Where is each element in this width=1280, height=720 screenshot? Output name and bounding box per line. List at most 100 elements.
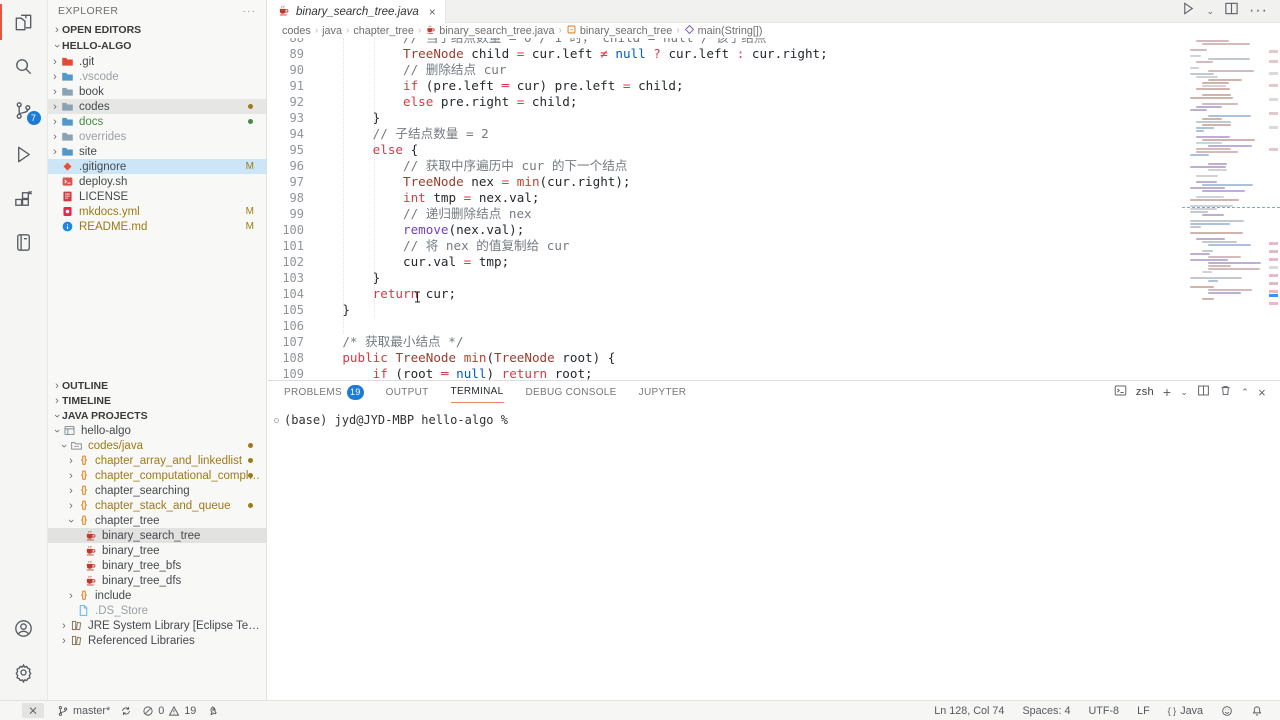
feedback-smiley-icon[interactable] [1216, 701, 1238, 720]
code-line-103[interactable]: 103 } [268, 270, 1280, 286]
explorer-item--git[interactable]: ›.git [48, 54, 266, 69]
code-line-94[interactable]: 94 // 子结点数量 = 2 [268, 126, 1280, 142]
activity-search-icon[interactable] [0, 44, 48, 88]
problems-status[interactable]: 0 19 [137, 701, 201, 720]
breadcrumb-item[interactable]: java [322, 25, 342, 37]
code-line-93[interactable]: 93 } [268, 110, 1280, 126]
activity-settings-icon[interactable] [0, 650, 48, 694]
explorer-item-codes[interactable]: ›codes [48, 99, 266, 114]
activity-extensions-icon[interactable] [0, 176, 48, 220]
activity-account-icon[interactable] [0, 606, 48, 650]
java-tree-item-chapter-computational-complexity[interactable]: ›{ }chapter_computational_complexity [48, 468, 266, 483]
panel-tab-problems[interactable]: PROBLEMS19 [284, 381, 364, 403]
explorer-item-readme-md[interactable]: README.mdM [48, 219, 266, 234]
java-tree-item-binary-tree-bfs[interactable]: binary_tree_bfs [48, 558, 266, 573]
explorer-item-docs[interactable]: ›docs [48, 114, 266, 129]
explorer-more-icon[interactable]: ··· [243, 5, 257, 17]
activity-explorer-icon[interactable] [0, 0, 48, 44]
code-editor[interactable]: 88 // 当子结点数量 = 0 / 1 时， child = null / 该… [268, 38, 1280, 380]
encoding[interactable]: UTF-8 [1083, 701, 1124, 720]
java-tree-item--ds-store[interactable]: .DS_Store [48, 603, 266, 618]
code-line-102[interactable]: 102 cur.val = tmp; [268, 254, 1280, 270]
breadcrumb-item[interactable]: main(String[]) [684, 24, 763, 38]
code-line-90[interactable]: 90 // 删除结点 cur [268, 62, 1280, 78]
panel-tab-jupyter[interactable]: JUPYTER [639, 381, 687, 403]
panel-tab-debug-console[interactable]: DEBUG CONSOLE [526, 381, 617, 403]
close-panel-button[interactable]: × [1258, 385, 1266, 400]
indentation[interactable]: Spaces: 4 [1017, 701, 1075, 720]
code-line-96[interactable]: 96 // 获取中序遍历中 cur 的下一个结点 [268, 158, 1280, 174]
code-line-91[interactable]: 91 if (pre.left ═ cur) pre.left = child; [268, 78, 1280, 94]
activity-run-debug-icon[interactable] [0, 132, 48, 176]
code-line-101[interactable]: 101 // 将 nex 的值复制给 cur [268, 238, 1280, 254]
breadcrumb-item[interactable]: codes [282, 25, 311, 37]
notifications-bell-icon[interactable] [1246, 701, 1268, 720]
eol-sequence[interactable]: LF [1132, 701, 1155, 720]
activity-source-control-icon[interactable]: 7 [0, 88, 48, 132]
java-tree-item-binary-tree-dfs[interactable]: binary_tree_dfs [48, 573, 266, 588]
chevron-down-icon[interactable]: ⌄ [1206, 6, 1214, 17]
code-line-98[interactable]: 98 int tmp = nex.val; [268, 190, 1280, 206]
code-line-89[interactable]: 89 TreeNode child = cur.left ≠ null ? cu… [268, 46, 1280, 62]
new-terminal-button[interactable]: + [1163, 384, 1171, 400]
java-tree-item-referenced-libraries[interactable]: ›Referenced Libraries [48, 633, 266, 648]
code-line-107[interactable]: 107 /* 获取最小结点 */ [268, 334, 1280, 350]
java-tree-item-chapter-tree[interactable]: ›{ }chapter_tree [48, 513, 266, 528]
code-line-108[interactable]: 108 public TreeNode min(TreeNode root) { [268, 350, 1280, 366]
breadcrumb-item[interactable]: binary_search_tree [566, 24, 672, 38]
explorer-item-site[interactable]: ›site [48, 144, 266, 159]
java-tree-item-binary-search-tree[interactable]: binary_search_tree [48, 528, 266, 543]
breadcrumb-item[interactable]: binary_search_tree.java [425, 24, 554, 38]
explorer-item-book[interactable]: ›book [48, 84, 266, 99]
code-line-88[interactable]: 88 // 当子结点数量 = 0 / 1 时， child = null / 该… [268, 38, 1280, 46]
language-mode[interactable]: { } Java [1163, 701, 1208, 720]
open-editors-section[interactable]: › OPEN EDITORS [48, 22, 266, 38]
java-tree-item-include[interactable]: ›{ }include [48, 588, 266, 603]
breadcrumb-item[interactable]: chapter_tree [353, 25, 414, 37]
panel-tab-terminal[interactable]: TERMINAL [451, 381, 504, 403]
code-line-92[interactable]: 92 else pre.right = child; [268, 94, 1280, 110]
explorer-item-overrides[interactable]: ›overrides [48, 129, 266, 144]
java-tree-item-codes-java[interactable]: ›codes/java [48, 438, 266, 453]
maximize-panel-button[interactable]: ⌃ [1241, 387, 1249, 398]
minimap[interactable] [1186, 38, 1263, 308]
remote-indicator[interactable] [22, 703, 44, 718]
code-line-100[interactable]: 100 remove(nex.val); [268, 222, 1280, 238]
explorer-item--vscode[interactable]: ›.vscode [48, 69, 266, 84]
code-line-99[interactable]: 99 // 递归删除结点 nex [268, 206, 1280, 222]
split-terminal-button[interactable] [1197, 384, 1210, 400]
run-button[interactable] [1181, 1, 1196, 21]
timeline-section[interactable]: › TIMELINE [48, 393, 266, 408]
activity-notebook-icon[interactable] [0, 220, 48, 264]
explorer-item--gitignore[interactable]: .gitignoreM [48, 159, 266, 174]
outline-section[interactable]: › OUTLINE [48, 378, 266, 393]
code-line-95[interactable]: 95 else { [268, 142, 1280, 158]
kill-terminal-button[interactable] [1219, 384, 1232, 400]
explorer-item-mkdocs-yml[interactable]: mkdocs.ymlM [48, 204, 266, 219]
terminal-prompt-line[interactable]: (base) jyd@JYD-MBP hello-algo % [274, 413, 1280, 427]
workspace-root-section[interactable]: › HELLO-ALGO [48, 38, 266, 54]
java-tree-item-hello-algo[interactable]: ›hello-algo [48, 423, 266, 438]
java-projects-section[interactable]: › JAVA PROJECTS [48, 408, 266, 423]
terminal-dropdown-icon[interactable]: ⌄ [1180, 387, 1188, 398]
git-branch-status[interactable]: master* [52, 701, 115, 720]
java-tree-item-chapter-array-and-linkedlist[interactable]: ›{ }chapter_array_and_linkedlist [48, 453, 266, 468]
more-actions-button[interactable]: ··· [1249, 2, 1268, 20]
java-tree-item-jre-system-library-eclipse-temurin-17-17[interactable]: ›JRE System Library [Eclipse Temurin 17 … [48, 618, 266, 633]
java-tree-item-chapter-searching[interactable]: ›{ }chapter_searching [48, 483, 266, 498]
split-editor-button[interactable] [1224, 1, 1239, 21]
explorer-item-license[interactable]: LICENSE [48, 189, 266, 204]
panel-tab-output[interactable]: OUTPUT [386, 381, 429, 403]
java-tree-item-chapter-stack-and-queue[interactable]: ›{ }chapter_stack_and_queue [48, 498, 266, 513]
cursor-position[interactable]: Ln 128, Col 74 [929, 701, 1009, 720]
tab-binary-search-tree[interactable]: binary_search_tree.java × [268, 0, 446, 23]
shell-label[interactable]: zsh [1136, 386, 1154, 398]
java-mode-button[interactable] [201, 701, 223, 720]
close-icon[interactable]: × [429, 5, 436, 19]
sync-button[interactable] [115, 701, 137, 720]
explorer-item-deploy-sh[interactable]: deploy.sh [48, 174, 266, 189]
java-tree-item-binary-tree[interactable]: binary_tree [48, 543, 266, 558]
code-line-106[interactable]: 106 [268, 318, 1280, 334]
code-line-97[interactable]: 97 TreeNode nex = min(cur.right); [268, 174, 1280, 190]
code-line-109[interactable]: 109 if (root ═ null) return root; [268, 366, 1280, 380]
